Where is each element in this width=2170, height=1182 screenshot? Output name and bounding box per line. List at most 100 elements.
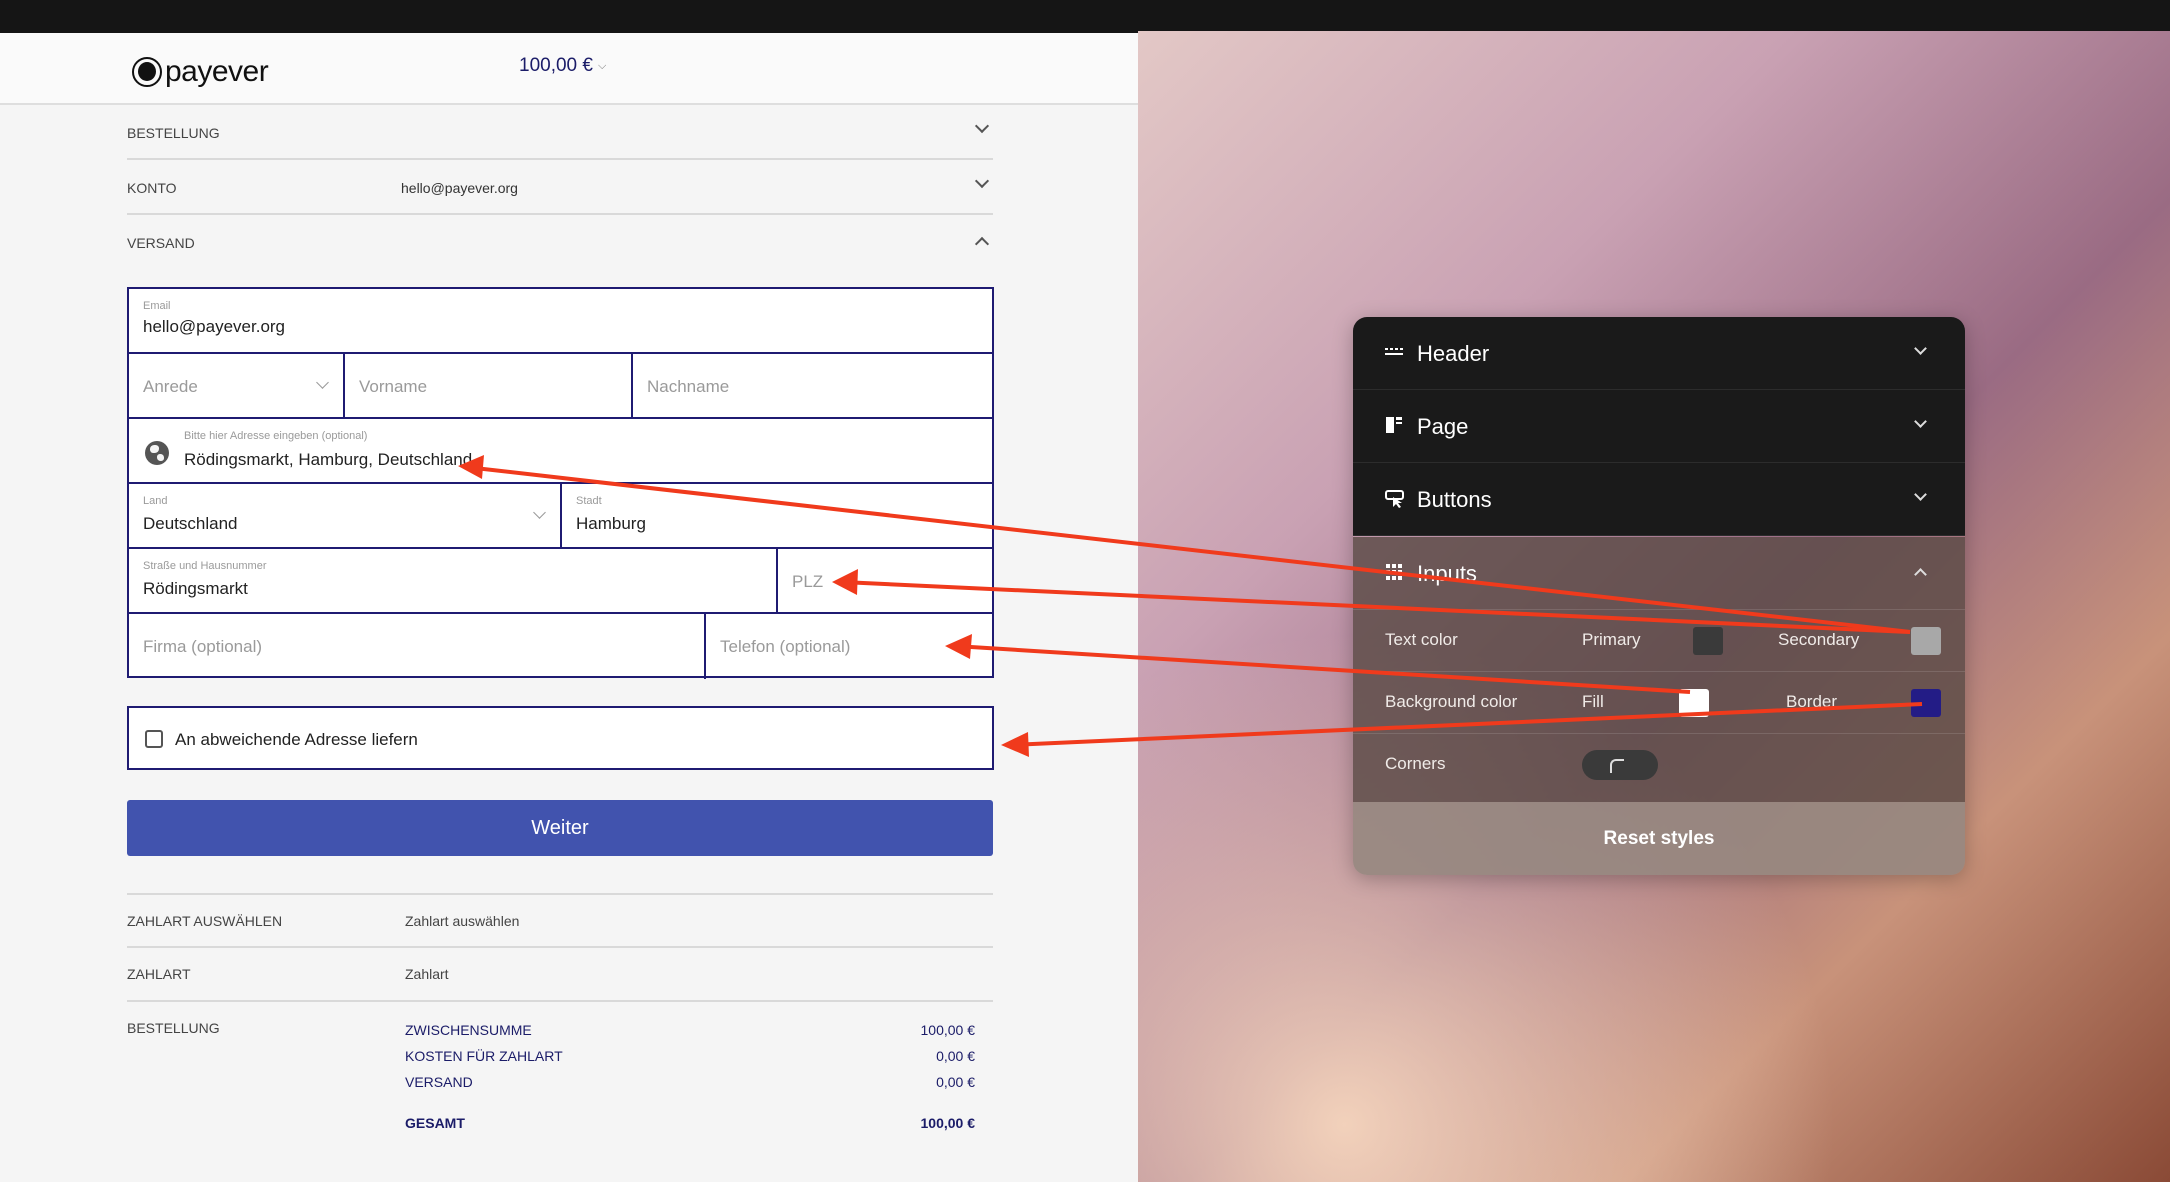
telefon-placeholder: Telefon (optional)	[720, 637, 851, 656]
stadt-value: Hamburg	[576, 514, 646, 533]
section-konto[interactable]: KONTO hello@payever.org	[127, 160, 993, 215]
page-icon	[1385, 416, 1405, 436]
total-line-name: VERSAND	[405, 1074, 473, 1090]
vorname-placeholder: Vorname	[359, 377, 428, 396]
telefon-input[interactable]: Telefon (optional)	[706, 614, 992, 679]
corners-label: Corners	[1385, 754, 1446, 773]
summary-zahlart-auswaehlen[interactable]: ZAHLART AUSWÄHLEN Zahlart auswählen	[127, 893, 993, 948]
header-icon	[1385, 343, 1405, 363]
total-line-name: ZWISCHENSUMME	[405, 1022, 532, 1038]
header-amount-value: 100,00 €	[519, 55, 593, 76]
border-label: Border	[1786, 692, 1838, 711]
total-line-value: 0,00 €	[936, 1048, 975, 1064]
top-black-bar	[0, 0, 2170, 33]
chevron-up-icon	[974, 236, 990, 252]
buttons-icon	[1385, 489, 1405, 509]
background-color-label: Background color	[1385, 692, 1518, 711]
globe-icon	[145, 441, 169, 465]
checkout-header: payever 100,00 € ⌵	[0, 33, 1138, 105]
reset-styles-button[interactable]: Reset styles	[1353, 802, 1965, 875]
chevron-down-icon	[1914, 342, 1927, 355]
stadt-label: Stadt	[576, 495, 602, 507]
stadt-input[interactable]: Stadt Hamburg	[562, 484, 992, 547]
panel-row-title: Inputs	[1417, 561, 1477, 586]
panel-row-header[interactable]: Header	[1353, 317, 1965, 390]
section-label: KONTO	[127, 180, 177, 196]
chevron-down-icon	[1914, 488, 1927, 501]
payever-logo: payever	[132, 55, 269, 89]
total-line-value: 0,00 €	[936, 1074, 975, 1090]
header-amount-dropdown[interactable]: 100,00 € ⌵	[519, 55, 606, 77]
land-label: Land	[143, 495, 168, 507]
panel-row-title: Page	[1417, 414, 1469, 439]
corners-radius-toggle[interactable]	[1582, 750, 1658, 780]
weiter-button[interactable]: Weiter	[127, 800, 993, 856]
nachname-input[interactable]: Nachname	[633, 354, 992, 417]
payever-logo-icon	[132, 57, 162, 87]
chevron-down-icon	[974, 118, 990, 134]
strasse-plz-row: Straße und Hausnummer Rödingsmarkt PLZ	[129, 549, 992, 614]
primary-label: Primary	[1582, 630, 1641, 649]
panel-row-page[interactable]: Page	[1353, 390, 1965, 463]
section-bestellung[interactable]: BESTELLUNG	[127, 105, 993, 160]
chevron-down-icon	[316, 376, 329, 389]
shipping-form: Email hello@payever.org Anrede Vorname N…	[127, 287, 994, 679]
primary-color-swatch[interactable]	[1693, 627, 1723, 655]
secondary-label: Secondary	[1778, 630, 1860, 649]
summary-label: BESTELLUNG	[127, 1020, 220, 1036]
panel-row-inputs[interactable]: Inputs	[1353, 537, 1965, 610]
strasse-label: Straße und Hausnummer	[143, 560, 267, 572]
summary-value: Zahlart auswählen	[405, 913, 520, 929]
anrede-select[interactable]: Anrede	[129, 354, 345, 417]
inputs-icon	[1385, 563, 1405, 583]
border-color-swatch[interactable]	[1911, 689, 1941, 717]
inputs-section: Inputs Text color Primary Secondary Back…	[1353, 537, 1965, 802]
fill-color-swatch[interactable]	[1679, 689, 1709, 717]
plz-placeholder: PLZ	[792, 572, 824, 591]
plz-input[interactable]: PLZ	[778, 549, 992, 612]
firma-telefon-row: Firma (optional) Telefon (optional)	[129, 614, 992, 679]
anrede-placeholder: Anrede	[143, 377, 198, 396]
checkbox-label: An abweichende Adresse liefern	[175, 730, 418, 749]
email-label: Email	[143, 300, 171, 312]
chevron-down-icon: ⌵	[597, 59, 607, 72]
grand-total-name: GESAMT	[405, 1115, 465, 1131]
total-line-name: KOSTEN FÜR ZAHLART	[405, 1048, 563, 1064]
panel-row-title: Buttons	[1417, 487, 1492, 512]
section-value: hello@payever.org	[401, 180, 518, 196]
panel-row-buttons[interactable]: Buttons	[1353, 463, 1965, 536]
text-color-label: Text color	[1385, 630, 1458, 649]
chevron-down-icon	[533, 506, 546, 519]
firma-input[interactable]: Firma (optional)	[129, 614, 706, 679]
strasse-input[interactable]: Straße und Hausnummer Rödingsmarkt	[129, 549, 778, 612]
section-versand[interactable]: VERSAND	[127, 215, 993, 270]
address-search-field[interactable]: Bitte hier Adresse eingeben (optional) R…	[129, 419, 992, 484]
summary-bestellung: BESTELLUNG ZWISCHENSUMME 100,00 € KOSTEN…	[127, 1000, 993, 1150]
section-label: VERSAND	[127, 235, 195, 251]
background-color-row: Background color Fill Border	[1353, 672, 1965, 734]
firma-placeholder: Firma (optional)	[143, 637, 263, 656]
total-line-value: 100,00 €	[920, 1022, 976, 1038]
different-address-option[interactable]: An abweichende Adresse liefern	[127, 706, 994, 770]
logo-text: payever	[165, 55, 269, 88]
summary-label: ZAHLART	[127, 966, 191, 982]
panel-row-title: Header	[1417, 341, 1490, 366]
style-panel: Header Page Buttons Inputs Text color Pr…	[1353, 317, 1965, 875]
address-label: Bitte hier Adresse eingeben (optional)	[184, 430, 368, 442]
email-value: hello@payever.org	[143, 317, 286, 336]
summary-value: Zahlart	[405, 966, 449, 982]
summary-label: ZAHLART AUSWÄHLEN	[127, 913, 283, 929]
summary-zahlart[interactable]: ZAHLART Zahlart	[127, 946, 993, 1001]
nachname-placeholder: Nachname	[647, 377, 730, 396]
chevron-up-icon	[1914, 568, 1927, 581]
land-value: Deutschland	[143, 514, 238, 533]
text-color-row: Text color Primary Secondary	[1353, 610, 1965, 672]
land-select[interactable]: Land Deutschland	[129, 484, 562, 547]
different-address-checkbox[interactable]	[145, 730, 163, 748]
section-label: BESTELLUNG	[127, 125, 220, 141]
vorname-input[interactable]: Vorname	[345, 354, 633, 417]
email-field[interactable]: Email hello@payever.org	[129, 289, 992, 354]
land-stadt-row: Land Deutschland Stadt Hamburg	[129, 484, 992, 549]
secondary-color-swatch[interactable]	[1911, 627, 1941, 655]
name-row: Anrede Vorname Nachname	[129, 354, 992, 419]
